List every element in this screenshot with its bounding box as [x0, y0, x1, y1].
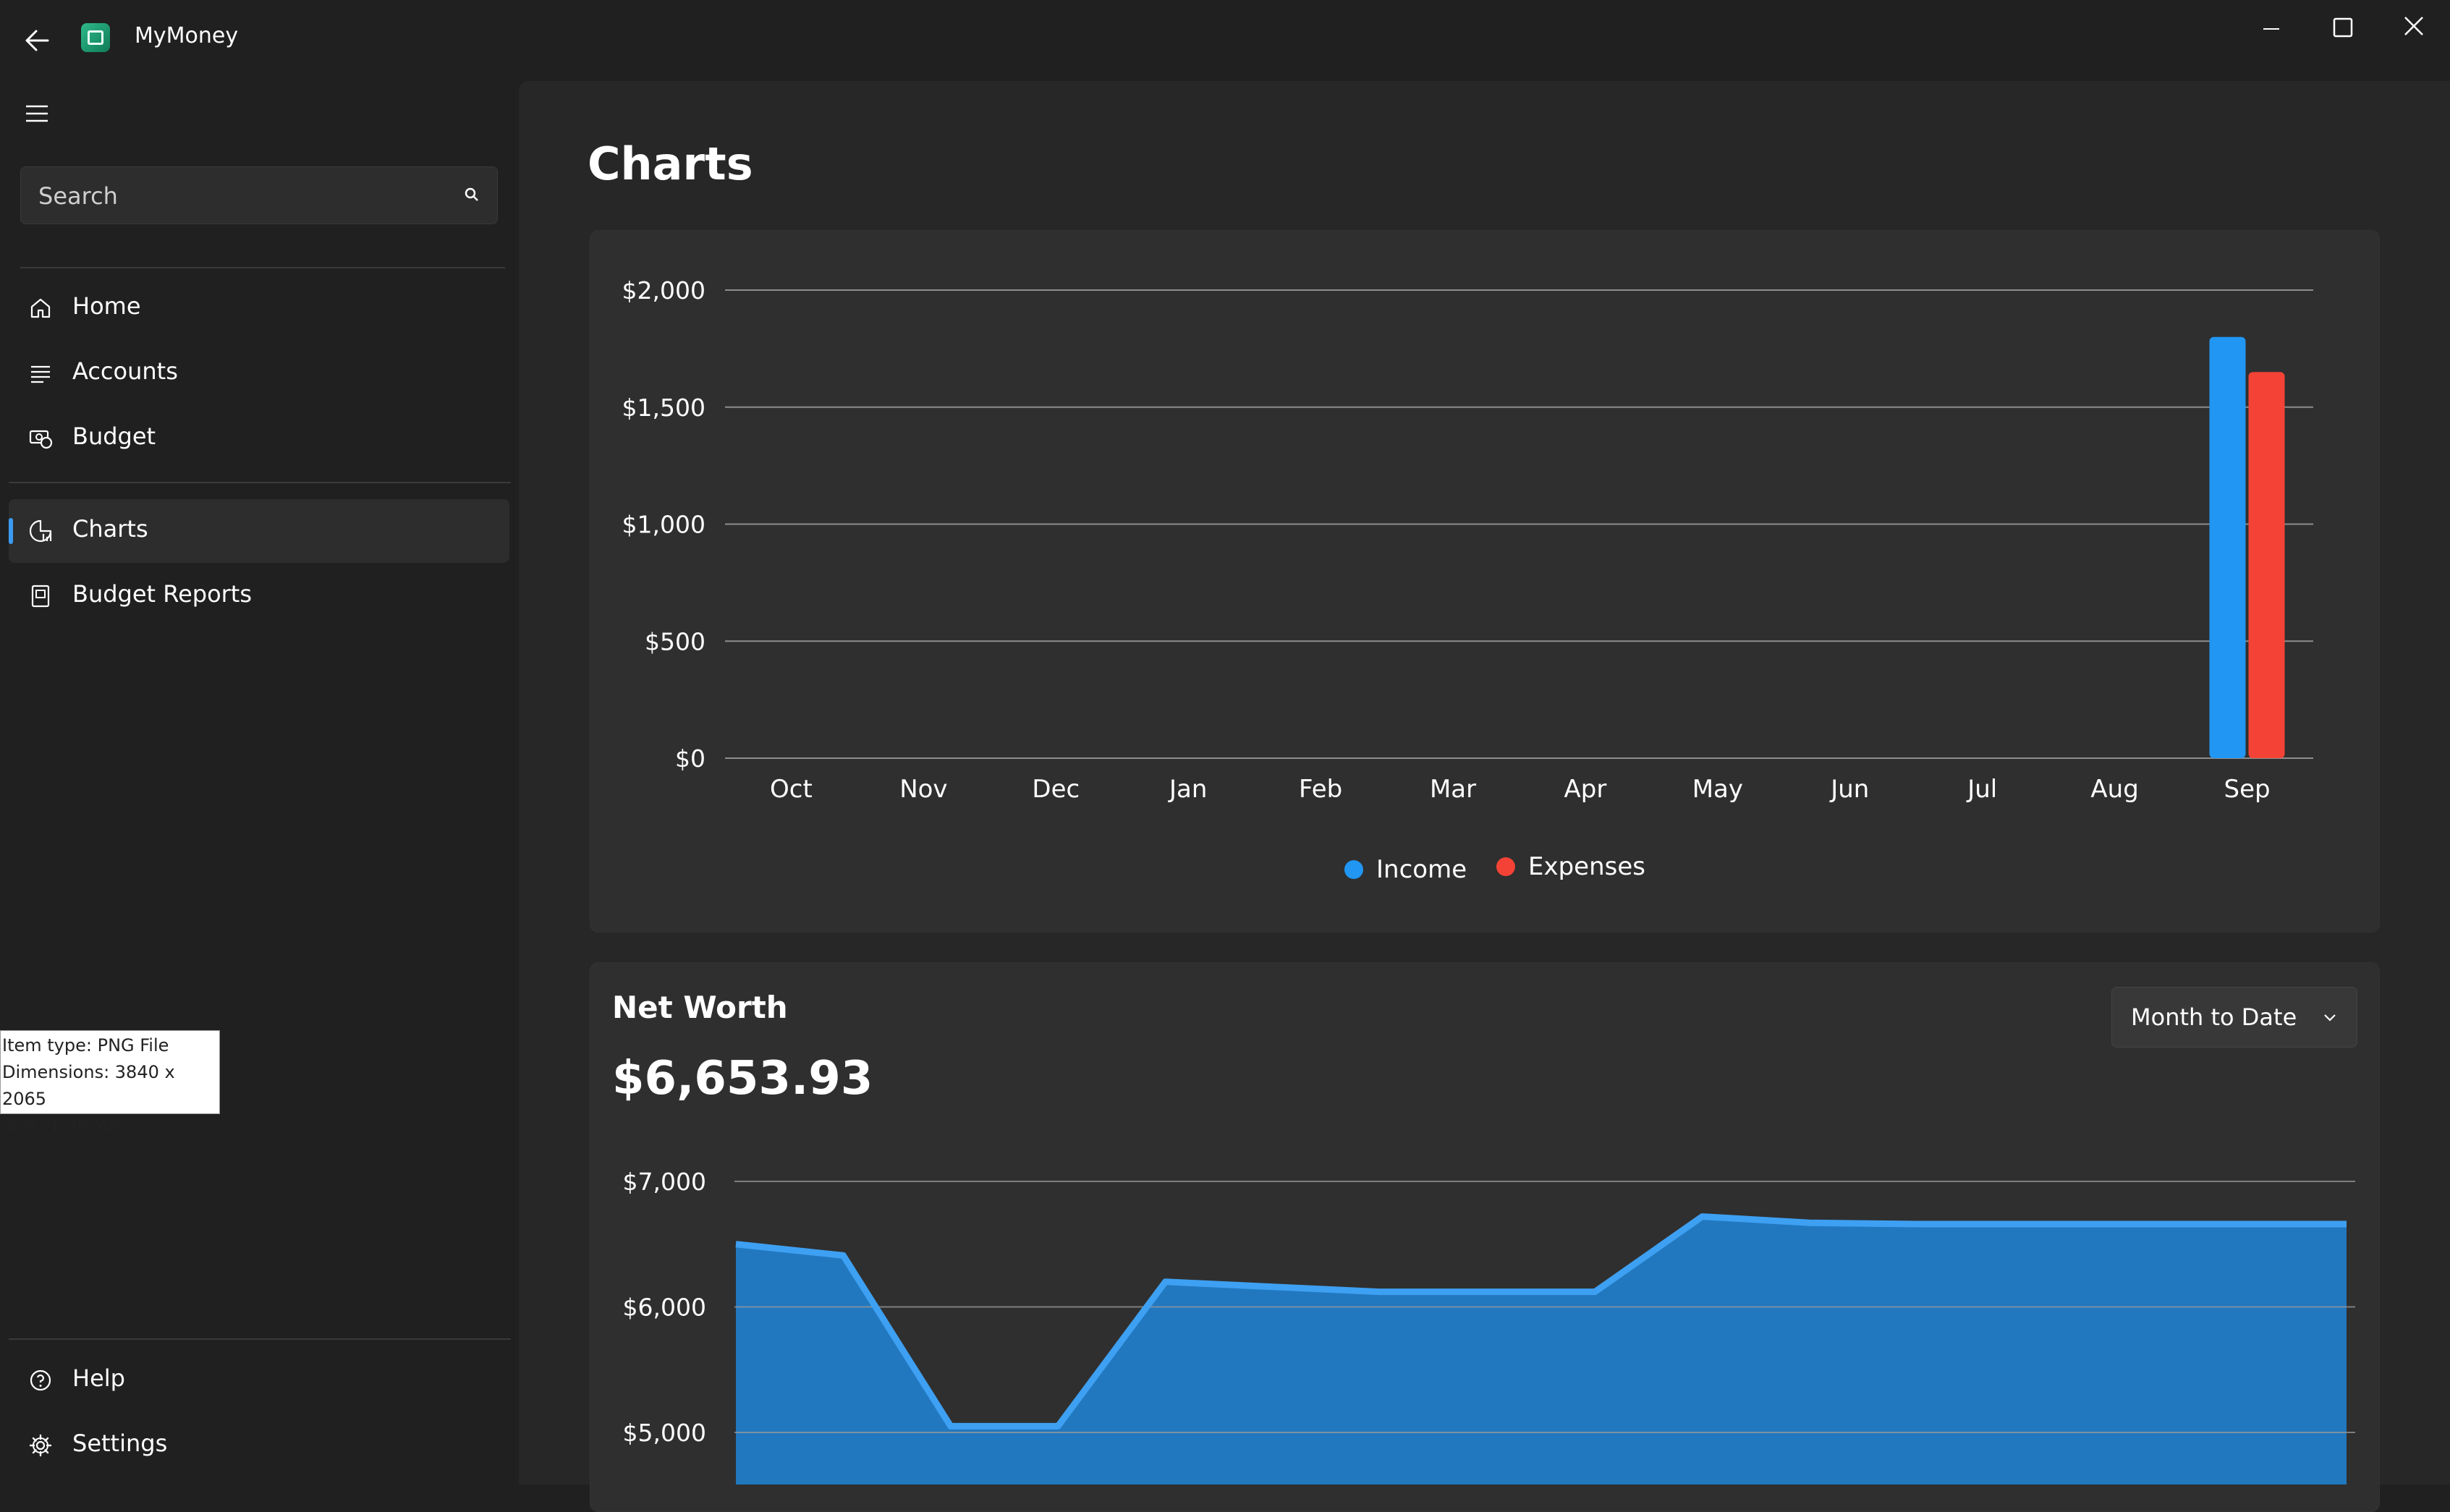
legend-income[interactable]: Income — [1344, 855, 1467, 884]
x-tick-label: Sep — [2224, 775, 2270, 804]
sidebar-item-label: Budget Reports — [72, 580, 253, 608]
gear-icon — [29, 1434, 52, 1457]
search-icon[interactable] — [461, 184, 483, 206]
sidebar-item-budget[interactable]: Budget — [9, 407, 509, 470]
sidebar-item-settings[interactable]: Settings — [9, 1414, 509, 1477]
legend-expenses[interactable]: Expenses — [1496, 852, 1645, 881]
back-arrow-icon[interactable] — [19, 22, 56, 59]
title-bar: MyMoney — [0, 0, 2450, 80]
sidebar-item-charts[interactable]: Charts — [9, 499, 509, 563]
page-title: Charts — [588, 137, 753, 190]
tooltip-line: Dimensions: 3840 x 2065 — [2, 1062, 175, 1109]
close-icon[interactable] — [2385, 6, 2443, 49]
selection-indicator — [9, 518, 13, 544]
search-input[interactable] — [37, 167, 445, 225]
tooltip-line: Size: 1.38 MB — [2, 1116, 121, 1136]
y-tick-label: $0 — [675, 744, 705, 773]
sidebar-item-label: Accounts — [72, 357, 178, 385]
y-tick-label: $500 — [645, 627, 705, 655]
x-tick-label: Jun — [1829, 775, 1869, 804]
date-range-dropdown[interactable]: Month to Date — [2111, 987, 2357, 1048]
bar-income-sep — [2209, 336, 2246, 758]
x-tick-label: Jul — [1966, 775, 1997, 804]
y-tick-label: $1,500 — [622, 394, 705, 422]
file-info-tooltip: Item type: PNG File Dimensions: 3840 x 2… — [0, 1030, 220, 1136]
y-tick-label: $2,000 — [622, 276, 705, 305]
net-worth-title: Net Worth — [612, 990, 788, 1025]
y-tick-label: $7,000 — [623, 1168, 706, 1196]
help-icon — [30, 1369, 51, 1391]
x-tick-label: Nov — [899, 775, 947, 804]
sidebar-item-home[interactable]: Home — [9, 276, 509, 340]
y-tick-label: $5,000 — [623, 1419, 706, 1447]
nav-divider — [9, 1338, 511, 1340]
income-legend-dot — [1344, 860, 1363, 879]
hamburger-menu-icon[interactable] — [22, 101, 54, 126]
net-worth-value: $6,653.93 — [612, 1052, 873, 1105]
bar-expenses-sep — [2248, 372, 2285, 758]
income-expenses-chart: $0 $500 $1,000 $1,500 $2,000 Oct Nov Dec Jan Feb M… — [622, 276, 2313, 804]
x-tick-label: Oct — [770, 775, 813, 804]
search-box[interactable] — [20, 166, 498, 225]
nav-divider — [9, 482, 511, 483]
y-tick-label: $6,000 — [623, 1294, 706, 1322]
x-tick-label: Mar — [1430, 775, 1476, 804]
nav-divider — [20, 267, 505, 268]
expenses-legend-dot — [1496, 857, 1515, 876]
list-icon — [31, 365, 50, 383]
sidebar-item-accounts[interactable]: Accounts — [9, 341, 509, 405]
legend-label: Income — [1376, 855, 1467, 884]
minimize-icon[interactable] — [2242, 6, 2299, 49]
x-tick-label: Jan — [1168, 775, 1207, 804]
x-tick-label: May — [1692, 775, 1743, 804]
net-worth-area — [736, 1216, 2347, 1485]
dropdown-selected-value: Month to Date — [2131, 1003, 2297, 1031]
maximize-icon[interactable] — [2313, 6, 2370, 49]
sidebar-item-label: Help — [72, 1364, 125, 1392]
sidebar-item-budget-reports[interactable]: Budget Reports — [9, 564, 509, 628]
app-title: MyMoney — [135, 23, 239, 48]
sidebar-item-label: Home — [72, 292, 141, 320]
net-worth-chart: $5,000 $6,000 $7,000 — [623, 1168, 2355, 1485]
chart-icon — [29, 519, 52, 543]
sidebar-item-label: Settings — [72, 1430, 168, 1457]
x-tick-label: Apr — [1564, 775, 1607, 804]
report-icon — [31, 585, 50, 608]
y-tick-label: $1,000 — [622, 511, 705, 539]
sidebar-item-help[interactable]: Help — [9, 1349, 509, 1412]
x-tick-label: Dec — [1032, 775, 1080, 804]
money-icon — [29, 430, 53, 449]
tooltip-line: Item type: PNG File — [2, 1035, 169, 1056]
sidebar-item-label: Charts — [72, 515, 148, 543]
home-icon — [30, 298, 51, 318]
app-logo-icon — [81, 23, 110, 52]
x-tick-label: Aug — [2090, 775, 2138, 804]
legend-label: Expenses — [1528, 852, 1645, 881]
sidebar-item-label: Budget — [72, 422, 156, 450]
chevron-down-icon — [2324, 1014, 2336, 1022]
x-tick-label: Feb — [1299, 775, 1342, 804]
